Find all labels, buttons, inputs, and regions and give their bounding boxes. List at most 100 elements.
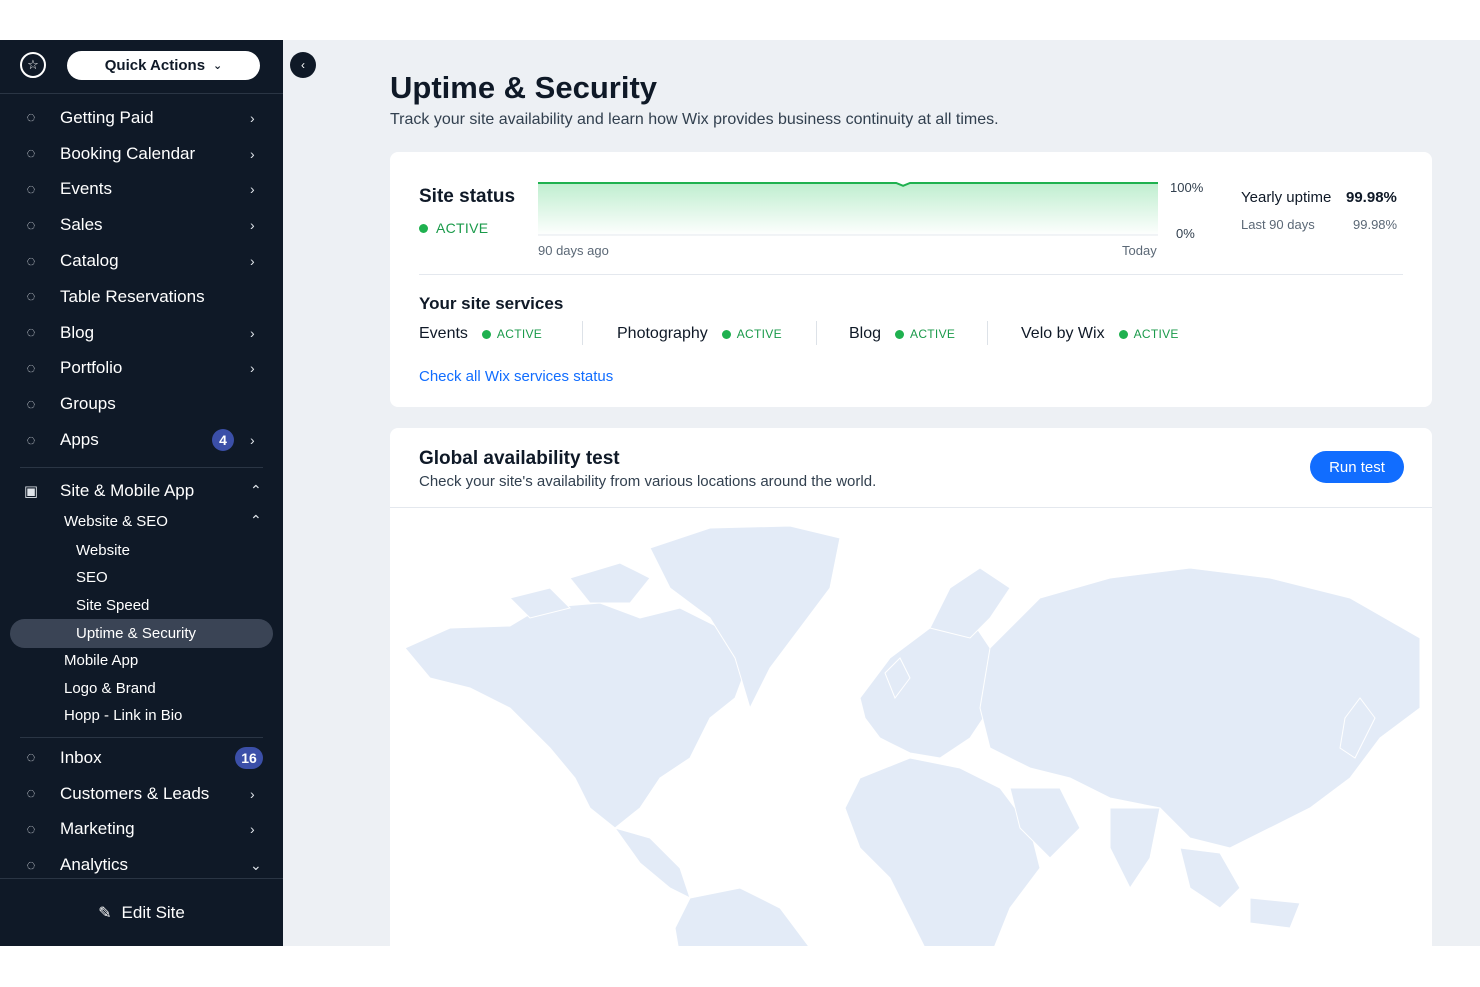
sidebar-item-booking-calendar[interactable]: ◌ Booking Calendar › [0, 136, 283, 172]
service-status: ACTIVE [1133, 327, 1179, 341]
map-scandinavia [929, 567, 1011, 639]
chevron-right-icon: › [250, 253, 255, 270]
map-southeast-asia [1179, 847, 1301, 929]
sidebar-item-label: Groups [60, 394, 116, 414]
sidebar-item-customers-leads[interactable]: ◌ Customers & Leads › [0, 776, 283, 812]
sidebar-item-apps[interactable]: ◌ Apps › 4 [0, 422, 283, 458]
check-services-status-link[interactable]: Check all Wix services status [419, 368, 613, 385]
chart-line-icon: ◌ [26, 856, 36, 874]
run-test-button[interactable]: Run test [1310, 451, 1404, 483]
chart-x-label-start: 90 days ago [538, 243, 609, 258]
sidebar-item-label: Customers & Leads [60, 783, 210, 803]
chevron-right-icon: › [250, 145, 255, 162]
sidebar-item-getting-paid[interactable]: ◌ Getting Paid › [0, 100, 283, 136]
chevron-right-icon: › [250, 217, 255, 234]
service-name: Blog [849, 325, 882, 342]
service-separator [987, 321, 988, 345]
status-dot-icon [419, 223, 428, 233]
chevron-left-icon: ‹ [301, 58, 305, 72]
edit-site-button[interactable]: ✎ Edit Site [0, 878, 283, 946]
chevron-icon: ⌄ [250, 856, 262, 873]
sidebar-item-catalog[interactable]: ◌ Catalog › [0, 243, 283, 279]
edit-site-label: Edit Site [121, 903, 185, 922]
count-badge: 16 [235, 746, 263, 769]
count-badge: 4 [212, 429, 234, 452]
sidebar-menu: ◌ Getting Paid › ◌ Booking Calendar › ◌ Events ›… [0, 100, 283, 458]
chevron-up-icon: ⌃ [250, 512, 262, 528]
sidebar-item-blog[interactable]: ◌ Blog › [0, 315, 283, 351]
map-india [1109, 807, 1161, 889]
sidebar-item-label: Apps [60, 430, 99, 450]
quick-actions-button[interactable]: Quick Actions ⌄ [67, 51, 260, 80]
dollar-icon: ◌ [26, 216, 36, 234]
page-subtitle: Track your site availability and learn h… [390, 111, 999, 128]
yearly-uptime-value: 99.98% [1346, 189, 1397, 206]
chevron-right-icon: › [250, 432, 255, 449]
service-name: Events [419, 325, 468, 342]
global-test-title: Global availability test [419, 448, 620, 469]
sidebar-item-label: Portfolio [60, 358, 123, 378]
diamond-icon: ◌ [26, 252, 36, 270]
sidebar-item-label: Blog [60, 322, 95, 342]
service-status: ACTIVE [496, 327, 543, 341]
groups-icon: ◌ [26, 395, 36, 413]
sidebar-subitem-hopp-link-in-bio[interactable]: Hopp - Link in Bio [64, 707, 182, 724]
sidebar-item-label: Events [60, 179, 112, 199]
sidebar-subitem-mobile-app[interactable]: Mobile App [64, 652, 138, 669]
quick-actions-label: Quick Actions [104, 57, 206, 74]
services-title: Your site services [419, 294, 564, 313]
app-frame: ☆ Quick Actions ⌄ ◌ Getting Paid › ◌ Booking… [0, 40, 1480, 946]
sidebar-header: ☆ Quick Actions ⌄ [0, 40, 283, 94]
sidebar-item-label: Marketing [60, 819, 135, 839]
chevron-down-icon: ⌄ [213, 60, 223, 72]
sidebar: ☆ Quick Actions ⌄ ◌ Getting Paid › ◌ Booking… [0, 40, 283, 946]
sidebar-item-marketing[interactable]: ◌ Marketing › [0, 812, 283, 848]
last-90-days-label: Last 90 days [1241, 217, 1315, 232]
sidebar-item-table-reservations[interactable]: ◌ Table Reservations [0, 279, 283, 315]
sidebar-subitem-uptime-security[interactable]: Uptime & Security [76, 625, 196, 642]
world-map [404, 525, 1421, 946]
sidebar-item-inbox[interactable]: ◌ Inbox 16 [0, 740, 283, 776]
map-africa [844, 757, 1041, 946]
chevron-right-icon: › [250, 181, 255, 198]
sidebar-subitem-seo[interactable]: SEO [76, 569, 108, 586]
service-name: Photography [617, 325, 708, 342]
sidebar-item-site-mobile-app[interactable]: ▣ Site & Mobile App ⌃ [0, 473, 283, 509]
status-dot-icon [481, 329, 491, 339]
table-icon: ◌ [26, 288, 36, 306]
map-north-america [404, 602, 751, 829]
sidebar-item-events[interactable]: ◌ Events › [0, 172, 283, 208]
sidebar-divider [20, 467, 263, 468]
portfolio-icon: ◌ [26, 359, 36, 377]
sidebar-item-label: Catalog [60, 251, 119, 271]
sidebar-item-sales[interactable]: ◌ Sales › [0, 207, 283, 243]
map-central-america [613, 827, 691, 899]
sidebar-subitem-website[interactable]: Website [76, 542, 130, 559]
site-status-title: Site status [419, 186, 516, 207]
sidebar-subitem-site-speed[interactable]: Site Speed [76, 597, 149, 614]
chart-x-label-end: Today [1122, 243, 1157, 258]
service-name: Velo by Wix [1021, 325, 1105, 342]
sidebar-item-portfolio[interactable]: ◌ Portfolio › [0, 351, 283, 387]
star-icon[interactable]: ☆ [20, 52, 46, 78]
chevron-right-icon: › [250, 360, 255, 377]
page-title: Uptime & Security [390, 70, 658, 105]
yearly-uptime-label: Yearly uptime [1241, 189, 1332, 206]
service-events: Events ACTIVE [419, 325, 542, 343]
sidebar-item-website-seo[interactable]: Website & SEO ⌃ [0, 508, 283, 536]
service-photography: Photography ACTIVE [617, 325, 782, 343]
status-dot-icon [895, 329, 905, 339]
collapse-sidebar-button[interactable]: ‹ [290, 52, 316, 78]
inbox-icon: ◌ [26, 749, 36, 767]
map-south-america [674, 887, 810, 946]
chevron-right-icon: › [250, 109, 255, 126]
chart-y-label-min: 0% [1176, 226, 1195, 241]
service-velo: Velo by Wix ACTIVE [1021, 325, 1179, 343]
sidebar-item-label: Analytics [60, 855, 129, 875]
chevron-up-icon: ⌃ [250, 482, 262, 499]
sidebar-item-groups[interactable]: ◌ Groups [0, 386, 283, 422]
sidebar-subitem-logo-brand[interactable]: Logo & Brand [64, 680, 156, 697]
sidebar-item-label: Site & Mobile App [60, 480, 195, 500]
calendar-icon: ◌ [26, 145, 36, 163]
service-separator [816, 321, 817, 345]
